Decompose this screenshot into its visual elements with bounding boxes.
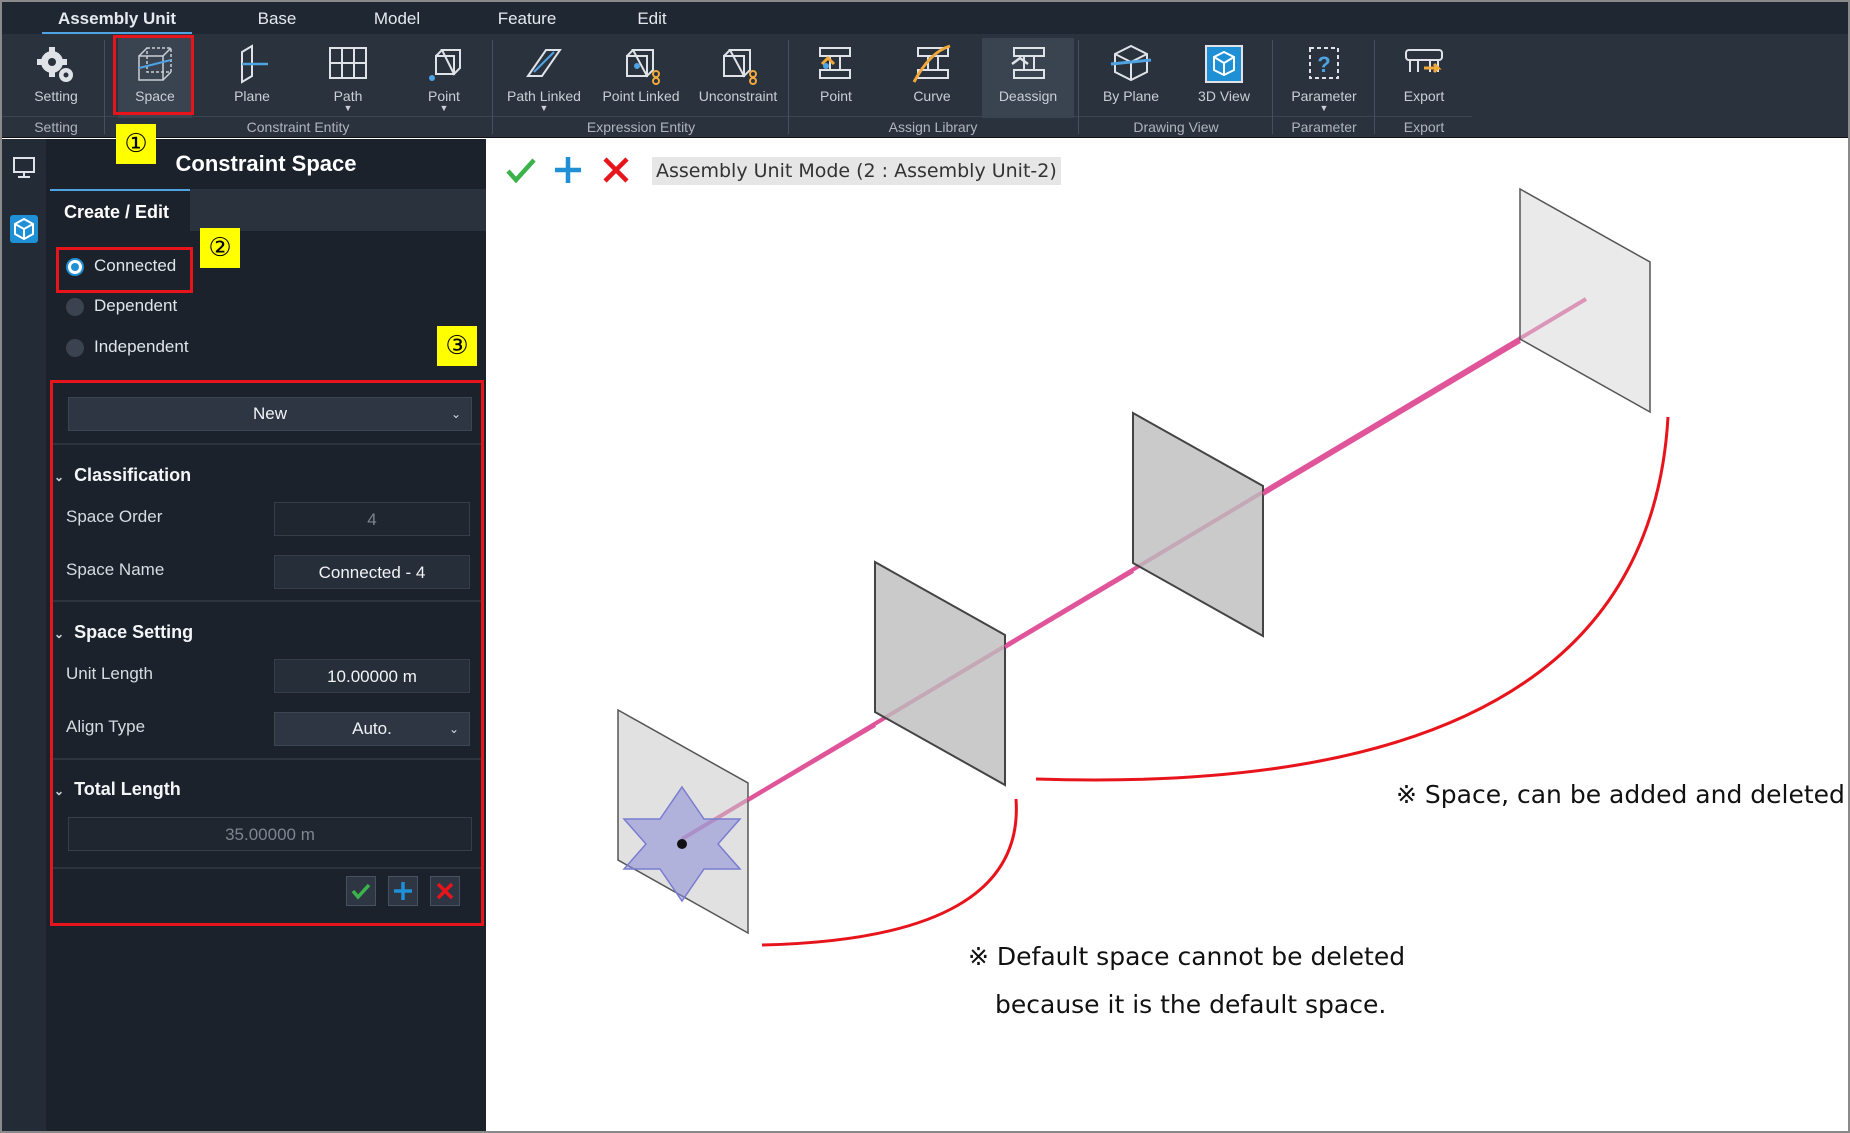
radio-button[interactable]: [66, 297, 84, 316]
radio-dependent[interactable]: Dependent: [66, 291, 177, 321]
origin-point: [677, 839, 687, 849]
plane-button-label: Plane: [234, 88, 270, 104]
library-point-icon: [819, 47, 851, 79]
path-button[interactable]: Path ▼: [308, 38, 388, 118]
plane-button[interactable]: Plane: [212, 38, 292, 118]
by-plane-icon: [1110, 44, 1152, 82]
dropdown-arrow-icon: ▼: [343, 103, 353, 113]
setting-button[interactable]: Setting: [20, 38, 92, 118]
group-label-drawing-view: Drawing View: [1133, 119, 1219, 135]
added-spaces-brace: [1035, 416, 1670, 782]
panel-tab-bar: Create / Edit: [50, 189, 486, 231]
default-space-brace: [761, 798, 1018, 947]
tab-base[interactable]: Base: [227, 2, 327, 34]
point-cube-icon: [429, 49, 461, 81]
parameter-icon: ?: [1309, 47, 1339, 79]
radio-button[interactable]: [66, 338, 84, 357]
step-badge-3: ③: [437, 326, 477, 366]
unconstraint-button-label: Unconstraint: [698, 88, 778, 104]
point-linked-icon: [626, 49, 660, 85]
by-plane-button-label: By Plane: [1102, 88, 1160, 104]
3d-view-button-label: 3D View: [1198, 88, 1250, 104]
dropdown-arrow-icon: ▼: [539, 103, 549, 113]
tab-create-edit[interactable]: Create / Edit: [50, 189, 190, 231]
gear-icon: [37, 47, 73, 82]
export-button-label: Export: [1403, 88, 1445, 104]
parameter-button-label: Parameter: [1291, 88, 1357, 104]
export-icon: [1405, 49, 1443, 74]
tab-feature[interactable]: Feature: [477, 2, 577, 34]
curve-button-label: Curve: [913, 88, 951, 104]
path-linked-button-label: Path Linked: [507, 88, 581, 104]
monitor-icon[interactable]: [10, 153, 38, 181]
highlight-connected-radio: [56, 247, 193, 293]
dropdown-arrow-icon: ▼: [1319, 103, 1329, 113]
setting-button-label: Setting: [34, 88, 78, 104]
menu-bar: Assembly Unit Base Model Feature Edit: [2, 2, 1848, 34]
radio-dependent-label: Dependent: [94, 296, 178, 315]
by-plane-button[interactable]: By Plane: [1086, 38, 1176, 118]
panel-title: Constraint Space: [175, 151, 357, 176]
point-linked-button[interactable]: Point Linked: [596, 38, 686, 118]
library-point-button[interactable]: Point: [796, 38, 876, 118]
curve-button[interactable]: Curve: [892, 38, 972, 118]
tab-edit[interactable]: Edit: [602, 2, 702, 34]
step-badge-1: ①: [116, 124, 156, 164]
group-label-export: Export: [1403, 119, 1445, 135]
library-point-button-label: Point: [820, 88, 852, 104]
export-button[interactable]: Export: [1382, 38, 1466, 118]
ribbon-toolbar: Setting Setting Space Plane Path ▼ Point…: [2, 34, 1848, 138]
viewport-canvas[interactable]: Assembly Unit Mode (2 : Assembly Unit-2): [486, 139, 1848, 1131]
space-plane-2[interactable]: [874, 560, 1006, 787]
space-plane-4[interactable]: [1519, 187, 1651, 414]
point-button-label: Point: [428, 88, 460, 104]
3d-view-button[interactable]: 3D View: [1182, 38, 1266, 118]
plane-icon: [241, 44, 268, 84]
app-window: Assembly Unit Base Model Feature Edit Se…: [0, 0, 1850, 1133]
point-button[interactable]: Point ▼: [404, 38, 484, 118]
point-linked-button-label: Point Linked: [602, 88, 680, 104]
dropdown-arrow-icon: ▼: [439, 103, 449, 113]
parameter-button[interactable]: ? Parameter ▼: [1280, 38, 1368, 118]
radio-independent-label: Independent: [94, 337, 189, 356]
note-added-deleted: ※ Space, can be added and deleted: [1396, 780, 1845, 809]
3d-view-icon: [1205, 45, 1243, 83]
deassign-button-label: Deassign: [998, 88, 1058, 104]
path-linked-icon: [526, 49, 562, 77]
group-label-expression-entity: Expression Entity: [586, 119, 696, 135]
tab-model[interactable]: Model: [347, 2, 447, 34]
step-badge-2: ②: [200, 228, 240, 268]
curve-icon: [912, 44, 951, 83]
side-icon-bar: [2, 139, 46, 1131]
space-plane-3[interactable]: [1132, 411, 1264, 638]
cube-icon[interactable]: [10, 215, 38, 243]
note-default-line2: because it is the default space.: [995, 990, 1387, 1019]
group-label-constraint-entity: Constraint Entity: [246, 119, 350, 135]
path-linked-button[interactable]: Path Linked ▼: [500, 38, 588, 118]
svg-text:?: ?: [1317, 52, 1330, 77]
highlight-settings-area: [50, 380, 484, 926]
path-grid-icon: [329, 47, 367, 79]
deassign-icon: [1011, 47, 1045, 79]
path-button-label: Path: [333, 88, 363, 104]
unconstraint-button[interactable]: Unconstraint: [692, 38, 784, 118]
group-label-assign-library: Assign Library: [888, 119, 978, 135]
group-label-setting: Setting: [34, 119, 78, 135]
deassign-button[interactable]: Deassign: [982, 38, 1074, 118]
highlight-space-button: [113, 35, 194, 115]
space-diagram: [617, 187, 1670, 947]
note-default-line1: ※ Default space cannot be deleted: [968, 942, 1406, 971]
radio-independent[interactable]: Independent: [66, 332, 189, 362]
group-label-parameter: Parameter: [1291, 119, 1357, 135]
tab-assembly-unit[interactable]: Assembly Unit: [42, 2, 192, 34]
unconstraint-icon: [723, 49, 757, 85]
